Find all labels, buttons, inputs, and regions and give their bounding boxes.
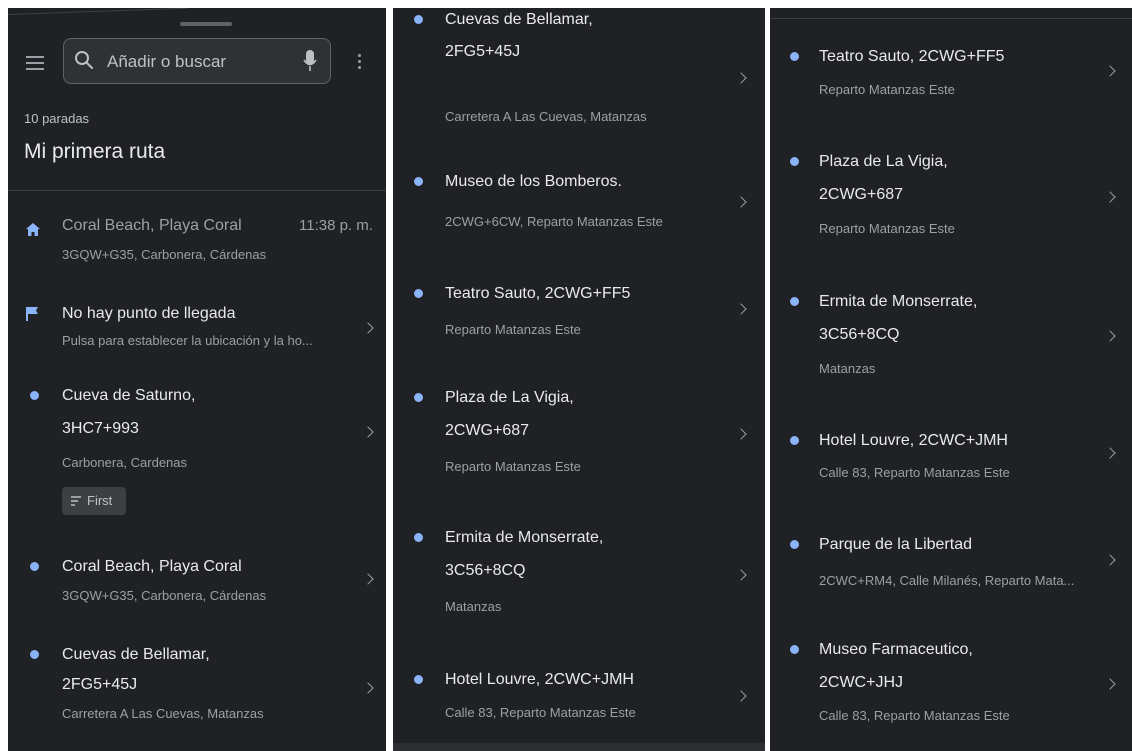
stop-title: Teatro Sauto, 2CWG+FF5	[819, 48, 1005, 65]
chevron-right-icon	[1104, 65, 1116, 77]
stops-count: 10 paradas	[24, 111, 90, 126]
priority-lines-icon	[71, 496, 81, 508]
chevron-right-icon	[1104, 191, 1116, 203]
stop-subtitle: 2CWC+RM4, Calle Milanés, Reparto Mata...	[819, 573, 1075, 588]
chevron-right-icon	[362, 682, 374, 694]
chevron-right-icon	[362, 322, 374, 334]
chevron-right-icon	[735, 303, 747, 315]
stop-title: Hotel Louvre, 2CWC+JMH	[819, 432, 1008, 449]
stop-subtitle: Matanzas	[819, 361, 876, 376]
chevron-right-icon	[735, 428, 747, 440]
chevron-right-icon	[735, 569, 747, 581]
dot-icon	[790, 52, 799, 61]
chevron-right-icon	[735, 690, 747, 702]
dot-icon	[790, 645, 799, 654]
stop-subtitle: Calle 83, Reparto Matanzas Este	[445, 705, 636, 720]
chevron-right-icon	[362, 573, 374, 585]
stop-title: Cuevas de Bellamar,	[445, 11, 593, 28]
stop-title: Teatro Sauto, 2CWG+FF5	[445, 285, 631, 302]
stop-code: 3C56+8CQ	[819, 326, 900, 343]
stop-subtitle: Carbonera, Cardenas	[62, 455, 188, 470]
priority-chip[interactable]: First	[62, 487, 126, 515]
search-icon	[75, 51, 93, 69]
dot-icon	[414, 393, 423, 402]
divider	[770, 18, 1132, 19]
stop-title: Hotel Louvre, 2CWC+JMH	[445, 671, 634, 688]
start-subtitle: 3GQW+G35, Carbonera, Cárdenas	[62, 247, 267, 262]
stop-subtitle: 3GQW+G35, Carbonera, Cárdenas	[62, 588, 267, 603]
stop-title: Museo Farmaceutico,	[819, 641, 973, 658]
chevron-right-icon	[735, 196, 747, 208]
chip-label: First	[87, 493, 113, 508]
dot-icon	[30, 562, 39, 571]
ghost-line	[8, 8, 188, 15]
stop-title: Plaza de La Vigia,	[819, 153, 948, 170]
chevron-right-icon	[362, 426, 374, 438]
stop-subtitle: Matanzas	[445, 599, 502, 614]
dot-icon	[414, 533, 423, 542]
stop-code: 3C56+8CQ	[445, 562, 526, 579]
bottom-bar	[393, 743, 765, 751]
route-panel-1: Añadir o buscar 10 paradas Mi primera ru…	[8, 8, 386, 751]
chevron-right-icon	[1104, 554, 1116, 566]
drag-handle[interactable]	[180, 22, 232, 26]
stop-title: Cueva de Saturno,	[62, 387, 196, 404]
stop-code: 2CWG+687	[819, 186, 904, 203]
dot-icon	[414, 675, 423, 684]
stop-subtitle: Calle 83, Reparto Matanzas Este	[819, 708, 1010, 723]
stop-title: Parque de la Libertad	[819, 536, 972, 553]
route-title: Mi primera ruta	[24, 140, 166, 163]
stop-subtitle: Reparto Matanzas Este	[819, 82, 955, 97]
stop-subtitle: Reparto Matanzas Este	[819, 221, 955, 236]
stop-subtitle: Carretera A Las Cuevas, Matanzas	[445, 109, 647, 124]
dot-icon	[790, 436, 799, 445]
stop-code: 2CWG+687	[445, 422, 530, 439]
stop-subtitle: 2CWG+6CW, Reparto Matanzas Este	[445, 214, 663, 229]
dot-icon	[790, 297, 799, 306]
stop-title: Ermita de Monserrate,	[445, 529, 604, 546]
dot-icon	[790, 157, 799, 166]
start-title: Coral Beach, Playa Coral	[62, 217, 242, 234]
home-icon	[26, 223, 40, 236]
end-subtitle: Pulsa para establecer la ubicación y la …	[62, 333, 313, 348]
dot-icon	[414, 15, 423, 24]
chevron-right-icon	[1104, 447, 1116, 459]
stop-code: 3HC7+993	[62, 420, 139, 437]
stop-subtitle: Calle 83, Reparto Matanzas Este	[819, 465, 1010, 480]
dot-icon	[30, 650, 39, 659]
chevron-right-icon	[1104, 330, 1116, 342]
search-input[interactable]: Añadir o buscar	[63, 38, 331, 84]
stop-code: 2FG5+45J	[445, 43, 521, 60]
stop-title: Coral Beach, Playa Coral	[62, 558, 242, 575]
stop-title: Museo de los Bomberos.	[445, 173, 622, 190]
stop-subtitle: Carretera A Las Cuevas, Matanzas	[62, 706, 264, 721]
chevron-right-icon	[1104, 678, 1116, 690]
hamburger-menu-icon[interactable]	[26, 56, 44, 74]
route-panel-3: Teatro Sauto, 2CWG+FF5 Reparto Matanzas …	[770, 8, 1132, 751]
stop-title: Plaza de La Vigia,	[445, 389, 574, 406]
stop-title: Cuevas de Bellamar,	[62, 646, 210, 663]
flag-icon	[26, 307, 38, 321]
stop-subtitle: Reparto Matanzas Este	[445, 322, 581, 337]
more-vert-icon[interactable]	[358, 54, 362, 72]
stop-title: Ermita de Monserrate,	[819, 293, 978, 310]
dot-icon	[414, 289, 423, 298]
dot-icon	[790, 540, 799, 549]
microphone-icon[interactable]	[303, 49, 317, 73]
chevron-right-icon	[735, 72, 747, 84]
stop-code: 2CWC+JHJ	[819, 674, 904, 691]
end-title: No hay punto de llegada	[62, 305, 236, 322]
dot-icon	[30, 391, 39, 400]
stop-code: 2FG5+45J	[62, 676, 138, 693]
dot-icon	[414, 177, 423, 186]
search-placeholder: Añadir o buscar	[107, 52, 227, 71]
route-panel-2: Cuevas de Bellamar, 2FG5+45J Carretera A…	[393, 8, 765, 751]
start-time: 11:38 p. m.	[299, 217, 373, 234]
divider	[8, 190, 386, 191]
stop-subtitle: Reparto Matanzas Este	[445, 459, 581, 474]
